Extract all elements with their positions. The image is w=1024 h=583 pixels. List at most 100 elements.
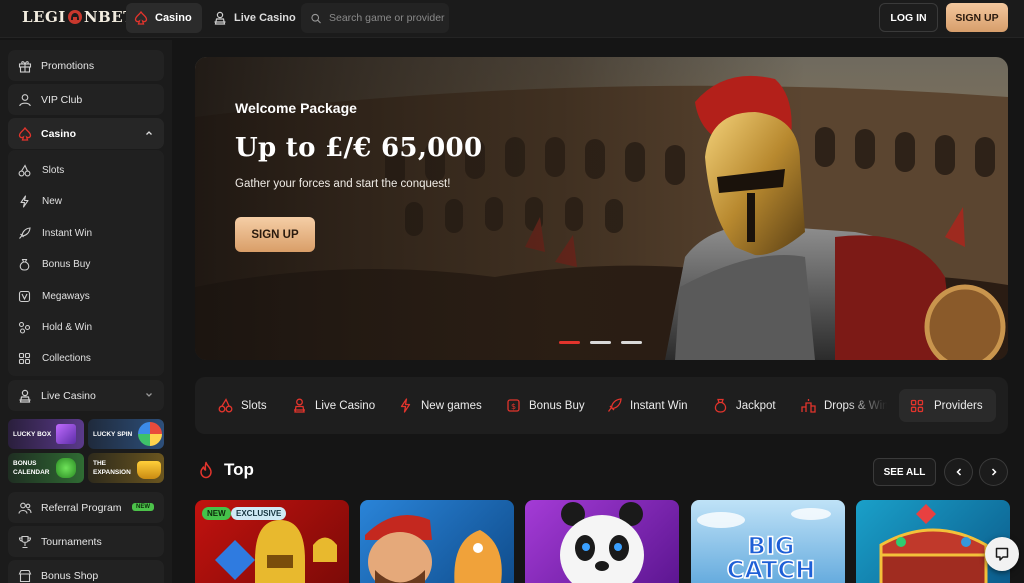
carousel-indicators bbox=[559, 341, 642, 344]
tab-live-casino[interactable]: Live Casino bbox=[205, 3, 306, 33]
scroll-left-button[interactable] bbox=[944, 458, 973, 486]
sidebar-subitem-collections[interactable]: Collections bbox=[18, 350, 91, 366]
sidebar-item-live-casino[interactable]: Live Casino bbox=[8, 380, 164, 411]
sidebar-item-referral-program[interactable]: Referral Program NEW bbox=[8, 492, 164, 523]
category-new-games[interactable]: New games bbox=[398, 377, 482, 434]
sidebar-item-promotions[interactable]: Promotions bbox=[8, 50, 164, 81]
tab-casino[interactable]: Casino bbox=[126, 3, 202, 33]
hero-title: Up to £/€ 65,000 bbox=[235, 133, 483, 163]
legionbet-logo[interactable]: LEGI NBET bbox=[22, 8, 135, 26]
tab-casino-label: Casino bbox=[155, 12, 192, 24]
exclusive-badge: EXCLUSIVE bbox=[231, 507, 287, 520]
top-section-title-text: Top bbox=[224, 460, 254, 479]
hero-sign-up-button[interactable]: SIGN UP bbox=[235, 217, 315, 252]
sidebar-item-tournaments[interactable]: Tournaments bbox=[8, 526, 164, 557]
category-providers[interactable]: Providers bbox=[899, 389, 996, 422]
game-card[interactable]: NEW EXCLUSIVE bbox=[195, 500, 349, 583]
promo-tile-lucky-spin[interactable]: LUCKY SPIN bbox=[88, 419, 164, 449]
sidebar-subitem-new[interactable]: New bbox=[18, 193, 62, 209]
sidebar-subitem-label: Bonus Buy bbox=[42, 258, 91, 270]
sidebar-subitem-instant-win[interactable]: Instant Win bbox=[18, 225, 92, 241]
promo-tile-bonus-calendar[interactable]: BONUS CALENDAR bbox=[8, 453, 84, 483]
grid-icon bbox=[910, 399, 924, 412]
cherries-icon bbox=[218, 398, 233, 413]
game-thumbnail-treasure-chest bbox=[879, 504, 988, 583]
category-label: Providers bbox=[934, 399, 983, 412]
category-label: Jackpot bbox=[736, 399, 776, 412]
sidebar-item-vip-label: VIP Club bbox=[41, 93, 83, 106]
chat-icon bbox=[995, 547, 1009, 561]
sidebar-item-tournaments-label: Tournaments bbox=[41, 535, 102, 548]
sidebar-item-live-casino-label: Live Casino bbox=[41, 389, 96, 402]
sign-up-button[interactable]: SIGN UP bbox=[946, 3, 1008, 32]
category-bonus-buy[interactable]: $ Bonus Buy bbox=[506, 377, 585, 434]
sidebar-subitem-label: New bbox=[42, 195, 63, 207]
promo-tile-label: BONUS CALENDAR bbox=[13, 460, 50, 476]
dealer-icon bbox=[19, 389, 31, 403]
sidebar-subitem-hold-win[interactable]: Hold & Win bbox=[18, 319, 92, 335]
rocket-icon bbox=[19, 226, 31, 239]
wheel-icon bbox=[138, 422, 162, 446]
carousel-dot-3[interactable] bbox=[621, 341, 642, 344]
live-chat-button[interactable] bbox=[985, 537, 1019, 571]
sidebar-item-vip-club[interactable]: VIP Club bbox=[8, 84, 164, 115]
category-bar: Slots Live Casino New games $ Bonus Buy … bbox=[195, 377, 1008, 434]
game-card[interactable] bbox=[525, 500, 679, 583]
gift-icon bbox=[18, 60, 32, 73]
carousel-dot-1[interactable] bbox=[559, 341, 580, 344]
game-card[interactable]: BIG CATCH bbox=[691, 500, 845, 583]
see-all-button[interactable]: SEE ALL bbox=[873, 458, 936, 486]
category-scroll-fade bbox=[845, 377, 895, 434]
flame-icon bbox=[200, 461, 212, 479]
promo-tile-the-expansion[interactable]: THE EXPANSION bbox=[88, 453, 164, 483]
sidebar-subitem-megaways[interactable]: Megaways bbox=[18, 288, 90, 304]
category-instant-win[interactable]: Instant Win bbox=[607, 377, 688, 434]
chest-icon bbox=[137, 461, 161, 479]
hero-banner[interactable]: Welcome Package Up to £/€ 65,000 Gather … bbox=[195, 57, 1008, 360]
carousel-dot-2[interactable] bbox=[590, 341, 611, 344]
sidebar-item-bonus-shop-label: Bonus Shop bbox=[41, 569, 99, 582]
category-jackpot[interactable]: Jackpot bbox=[713, 377, 776, 434]
cherries-icon bbox=[18, 163, 31, 176]
game-thumbnail-fisherman bbox=[365, 515, 502, 583]
promo-tile-lucky-box[interactable]: LUCKY BOX bbox=[8, 419, 84, 449]
user-icon bbox=[19, 93, 31, 106]
logo-text-left: LEGI bbox=[22, 8, 66, 26]
search-box[interactable] bbox=[301, 3, 449, 33]
dealer-icon bbox=[214, 11, 226, 25]
category-live-casino[interactable]: Live Casino bbox=[292, 377, 375, 434]
lightning-icon bbox=[400, 398, 411, 413]
promo-tile-label: THE EXPANSION bbox=[93, 460, 131, 476]
game-art-text: BIG CATCH bbox=[726, 532, 816, 583]
sidebar-subitem-bonus-buy[interactable]: Bonus Buy bbox=[18, 256, 90, 272]
category-slots[interactable]: Slots bbox=[218, 377, 267, 434]
sidebar-item-bonus-shop[interactable]: Bonus Shop bbox=[8, 560, 164, 583]
grid-icon bbox=[18, 352, 31, 364]
hero-subtitle: Welcome Package bbox=[235, 100, 357, 116]
sidebar-subitem-label: Instant Win bbox=[42, 227, 93, 239]
scroll-right-button[interactable] bbox=[979, 458, 1008, 486]
search-input[interactable] bbox=[329, 12, 449, 24]
sidebar: Promotions VIP Club Casino Slots New Ins… bbox=[0, 40, 172, 583]
sidebar-item-casino[interactable]: Casino bbox=[8, 118, 164, 149]
game-card[interactable] bbox=[360, 500, 514, 583]
search-icon bbox=[311, 13, 321, 23]
spade-icon bbox=[18, 126, 32, 141]
money-bag-icon bbox=[19, 258, 30, 271]
game-thumbnail-panda bbox=[560, 502, 644, 583]
log-in-button[interactable]: LOG IN bbox=[879, 3, 938, 32]
chevron-down-icon bbox=[146, 393, 152, 397]
game-card[interactable] bbox=[856, 500, 1010, 583]
tab-live-casino-label: Live Casino bbox=[234, 12, 296, 24]
new-badge: NEW bbox=[132, 503, 154, 511]
chevron-right-icon bbox=[991, 468, 997, 476]
rocket-icon bbox=[607, 398, 622, 412]
top-section-title: Top bbox=[197, 460, 254, 480]
sidebar-subitem-label: Collections bbox=[42, 352, 91, 364]
promo-tile-label: LUCKY SPIN bbox=[93, 431, 133, 438]
sidebar-subitem-slots[interactable]: Slots bbox=[18, 162, 64, 178]
users-icon bbox=[18, 502, 32, 514]
sidebar-item-promotions-label: Promotions bbox=[41, 59, 95, 72]
podium-icon bbox=[801, 399, 816, 413]
sidebar-subitem-label: Megaways bbox=[42, 290, 90, 302]
